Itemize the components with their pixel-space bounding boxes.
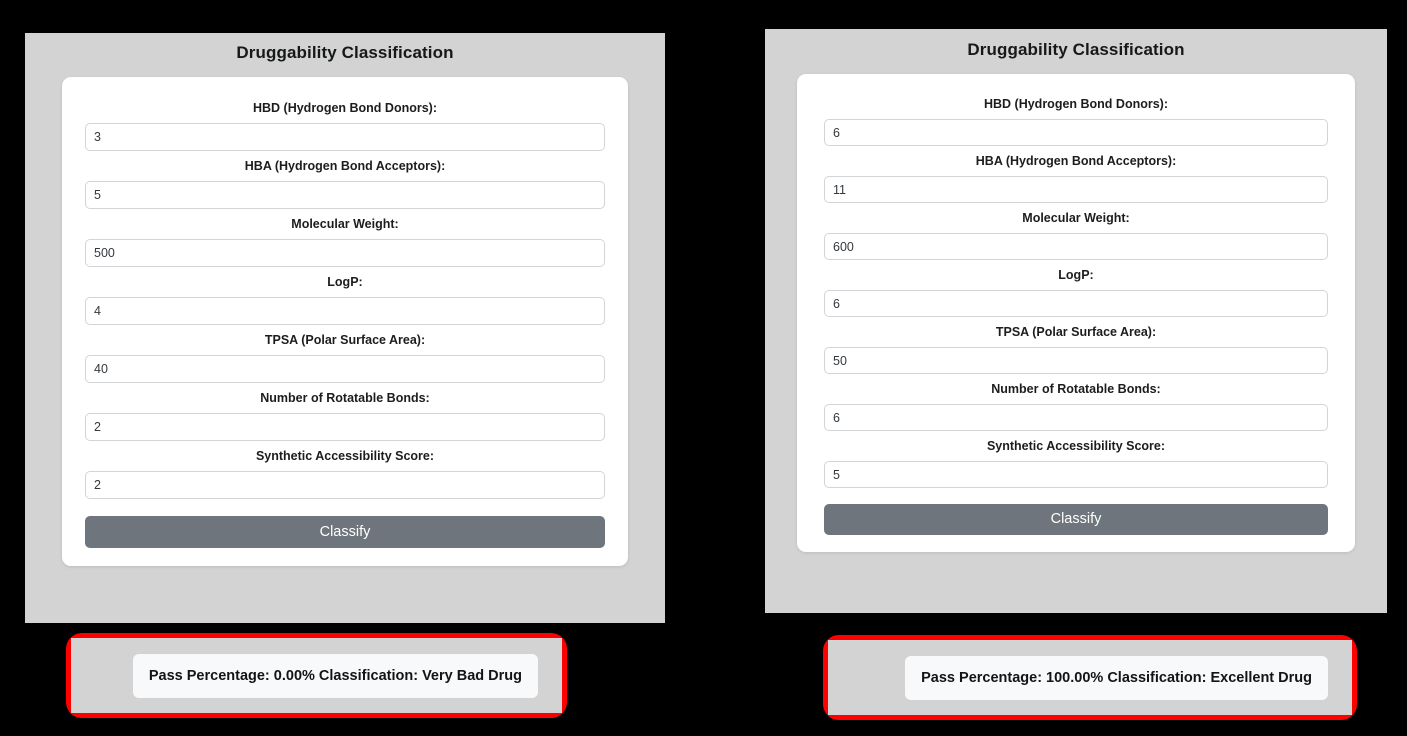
field-label-logp: LogP: [1058,268,1094,282]
field-label-hbd: HBD (Hydrogen Bond Donors): [983,97,1168,111]
form-field-hbd: HBD (Hydrogen Bond Donors): [824,97,1328,146]
field-label-tpsa: TPSA (Polar Surface Area): [995,325,1157,339]
logp-input[interactable] [85,297,605,325]
hba-input[interactable] [85,181,605,209]
hbd-input[interactable] [824,119,1328,146]
druggability-panel-right: Druggability Classification HBD (Hydroge… [765,29,1387,613]
classify-button[interactable]: Classify [85,516,605,548]
rotatable-bonds-input[interactable] [85,413,605,441]
field-label-logp: LogP: [327,275,363,289]
classification-form-card: HBD (Hydrogen Bond Donors): HBA (Hydroge… [62,77,628,566]
field-label-rotatable-bonds: Number of Rotatable Bonds: [991,382,1161,396]
tpsa-input[interactable] [824,347,1328,374]
field-label-synthetic-accessibility: Synthetic Accessibility Score: [986,439,1166,453]
form-field-rotatable-bonds: Number of Rotatable Bonds: [824,382,1328,431]
field-label-tpsa: TPSA (Polar Surface Area): [264,333,426,347]
result-panel-background-left: Pass Percentage: 0.00% Classification: V… [71,638,562,713]
molecular-weight-input[interactable] [85,239,605,267]
classification-result-left: Pass Percentage: 0.00% Classification: V… [132,653,538,698]
form-field-molecular-weight: Molecular Weight: [85,217,605,267]
form-field-hba: HBA (Hydrogen Bond Acceptors): [85,159,605,209]
field-label-molecular-weight: Molecular Weight: [291,217,399,231]
field-label-synthetic-accessibility: Synthetic Accessibility Score: [255,449,435,463]
field-label-rotatable-bonds: Number of Rotatable Bonds: [260,391,430,405]
page-title: Druggability Classification [967,40,1185,59]
field-label-hbd: HBD (Hydrogen Bond Donors): [252,101,437,115]
result-panel-background-right: Pass Percentage: 100.00% Classification:… [828,640,1352,715]
page-title: Druggability Classification [236,43,454,62]
classify-button[interactable]: Classify [824,504,1328,535]
rotatable-bonds-input[interactable] [824,404,1328,431]
hbd-input[interactable] [85,123,605,151]
logp-input[interactable] [824,290,1328,317]
form-field-synthetic-accessibility: Synthetic Accessibility Score: [824,439,1328,488]
screenshot-root: Druggability Classification HBD (Hydroge… [0,0,1407,736]
result-highlight-right: Pass Percentage: 100.00% Classification:… [823,635,1357,720]
molecular-weight-input[interactable] [824,233,1328,260]
field-label-molecular-weight: Molecular Weight: [1022,211,1130,225]
synthetic-accessibility-input[interactable] [85,471,605,499]
form-field-tpsa: TPSA (Polar Surface Area): [85,333,605,383]
form-field-synthetic-accessibility: Synthetic Accessibility Score: [85,449,605,499]
form-field-logp: LogP: [85,275,605,325]
tpsa-input[interactable] [85,355,605,383]
form-field-logp: LogP: [824,268,1328,317]
field-label-hba: HBA (Hydrogen Bond Acceptors): [975,154,1177,168]
classification-form-card: HBD (Hydrogen Bond Donors): HBA (Hydroge… [797,74,1355,552]
synthetic-accessibility-input[interactable] [824,461,1328,488]
field-label-hba: HBA (Hydrogen Bond Acceptors): [244,159,446,173]
classification-result-right: Pass Percentage: 100.00% Classification:… [905,655,1328,700]
form-field-rotatable-bonds: Number of Rotatable Bonds: [85,391,605,441]
druggability-panel-left: Druggability Classification HBD (Hydroge… [25,33,665,623]
form-field-molecular-weight: Molecular Weight: [824,211,1328,260]
form-field-tpsa: TPSA (Polar Surface Area): [824,325,1328,374]
hba-input[interactable] [824,176,1328,203]
form-field-hbd: HBD (Hydrogen Bond Donors): [85,101,605,151]
form-field-hba: HBA (Hydrogen Bond Acceptors): [824,154,1328,203]
result-highlight-left: Pass Percentage: 0.00% Classification: V… [66,633,567,718]
